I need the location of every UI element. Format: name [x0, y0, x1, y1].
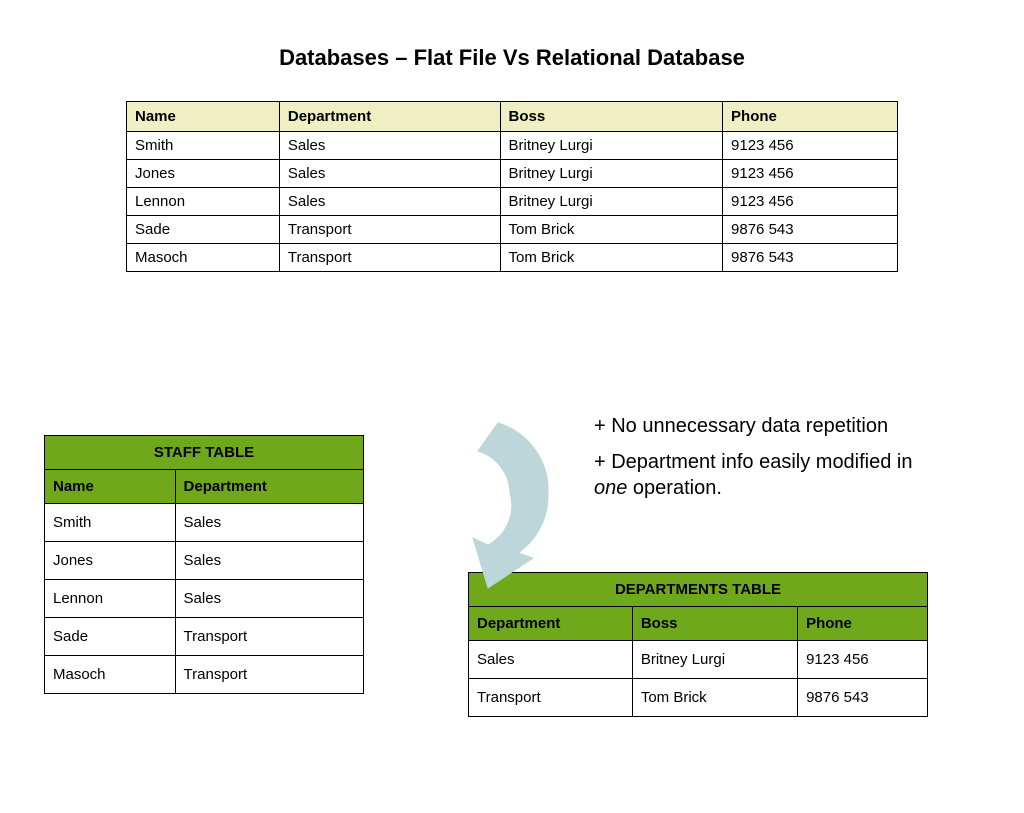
staff-header-name: Name — [45, 470, 176, 504]
cell: Lennon — [127, 188, 280, 216]
cell: Sales — [279, 160, 500, 188]
cell: 9876 543 — [723, 244, 898, 272]
note-line-2b: operation. — [627, 477, 722, 499]
table-row: Jones Sales — [45, 542, 364, 580]
flat-header-phone: Phone — [723, 102, 898, 132]
table-row: Smith Sales Britney Lurgi 9123 456 — [127, 132, 898, 160]
cell: Sales — [469, 641, 633, 679]
flat-header-boss: Boss — [500, 102, 723, 132]
staff-header-department: Department — [175, 470, 363, 504]
cell: Transport — [279, 244, 500, 272]
dept-header-phone: Phone — [798, 607, 928, 641]
cell: Tom Brick — [500, 244, 723, 272]
table-row: Lennon Sales — [45, 580, 364, 618]
cell: Sales — [175, 504, 363, 542]
cell: Britney Lurgi — [500, 160, 723, 188]
cell: Britney Lurgi — [500, 132, 723, 160]
cell: Transport — [279, 216, 500, 244]
cell: Masoch — [127, 244, 280, 272]
cell: Sales — [279, 188, 500, 216]
cell: Tom Brick — [500, 216, 723, 244]
cell: 9876 543 — [798, 679, 928, 717]
slide-title: Databases – Flat File Vs Relational Data… — [0, 45, 1024, 71]
cell: 9876 543 — [723, 216, 898, 244]
cell: Sade — [127, 216, 280, 244]
notes-block: + No unnecessary data repetition + Depar… — [594, 413, 944, 511]
table-row: Sade Transport — [45, 618, 364, 656]
cell: 9123 456 — [723, 160, 898, 188]
table-row: Transport Tom Brick 9876 543 — [469, 679, 928, 717]
flat-file-table: Name Department Boss Phone Smith Sales B… — [126, 101, 898, 272]
staff-table-title: STAFF TABLE — [45, 436, 364, 470]
table-row: Jones Sales Britney Lurgi 9123 456 — [127, 160, 898, 188]
cell: Britney Lurgi — [500, 188, 723, 216]
curved-arrow-icon — [378, 393, 578, 593]
cell: Sales — [279, 132, 500, 160]
note-line-1: + No unnecessary data repetition — [594, 413, 944, 439]
flat-header-name: Name — [127, 102, 280, 132]
dept-header-boss: Boss — [632, 607, 797, 641]
departments-table: DEPARTMENTS TABLE Department Boss Phone … — [468, 572, 928, 717]
table-row: Masoch Transport Tom Brick 9876 543 — [127, 244, 898, 272]
table-row: Lennon Sales Britney Lurgi 9123 456 — [127, 188, 898, 216]
cell: Transport — [175, 618, 363, 656]
table-row: Sales Britney Lurgi 9123 456 — [469, 641, 928, 679]
cell: Transport — [175, 656, 363, 694]
cell: Sade — [45, 618, 176, 656]
cell: 9123 456 — [798, 641, 928, 679]
table-row: Masoch Transport — [45, 656, 364, 694]
table-row: Sade Transport Tom Brick 9876 543 — [127, 216, 898, 244]
cell: Sales — [175, 542, 363, 580]
cell: 9123 456 — [723, 132, 898, 160]
note-line-2a: + Department info easily modified in — [594, 451, 913, 473]
cell: Jones — [45, 542, 176, 580]
cell: 9123 456 — [723, 188, 898, 216]
flat-header-department: Department — [279, 102, 500, 132]
cell: Jones — [127, 160, 280, 188]
cell: Sales — [175, 580, 363, 618]
table-row: Smith Sales — [45, 504, 364, 542]
cell: Smith — [45, 504, 176, 542]
cell: Tom Brick — [632, 679, 797, 717]
dept-header-department: Department — [469, 607, 633, 641]
cell: Transport — [469, 679, 633, 717]
cell: Smith — [127, 132, 280, 160]
cell: Lennon — [45, 580, 176, 618]
cell: Britney Lurgi — [632, 641, 797, 679]
note-line-2: + Department info easily modified in one… — [594, 449, 944, 501]
cell: Masoch — [45, 656, 176, 694]
staff-table: STAFF TABLE Name Department Smith Sales … — [44, 435, 364, 694]
note-line-2-em: one — [594, 477, 627, 499]
